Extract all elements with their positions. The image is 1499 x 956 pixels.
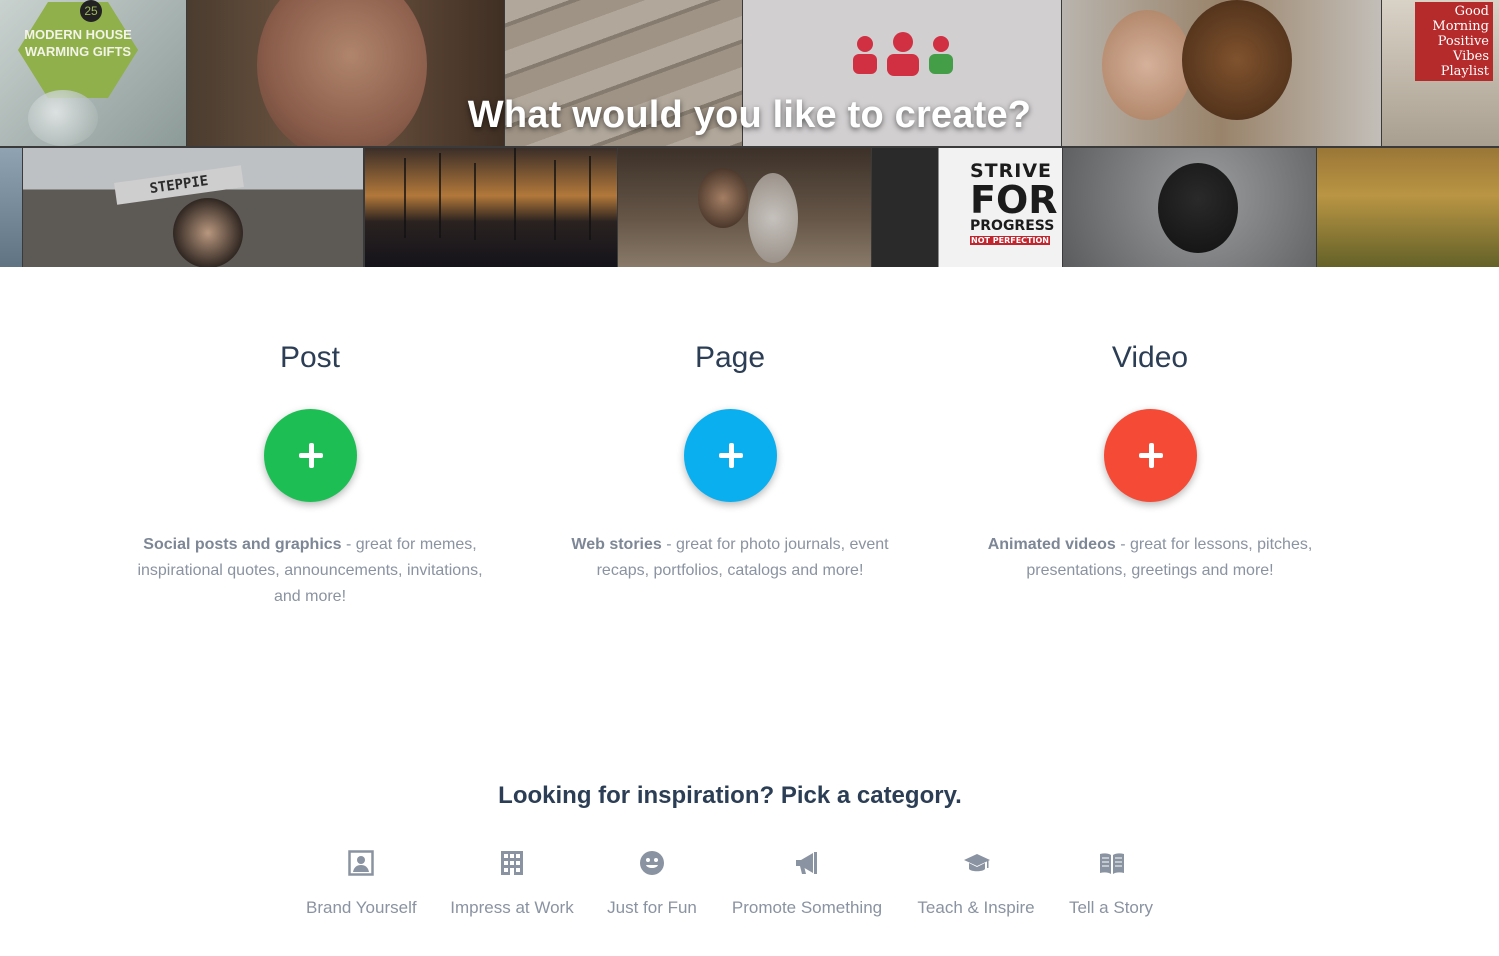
hero-banner: 25 MODERN HOUSE WARMING GIFTS Good Morni (0, 0, 1499, 267)
category-label: Impress at Work (450, 898, 574, 917)
create-page-button[interactable] (684, 409, 777, 502)
building-icon (499, 850, 525, 876)
megaphone-icon (794, 850, 820, 876)
category-label: Promote Something (731, 898, 883, 917)
hero-tile-landscape (1317, 148, 1499, 267)
create-post-button[interactable] (264, 409, 357, 502)
category-tell-a-story[interactable]: Tell a Story (1066, 850, 1156, 918)
hero-tile-strive: STRIVE FOR PROGRESS NOT PERFECTION (872, 148, 1062, 267)
category-label: Just for Fun (607, 898, 697, 917)
gifts-line1: MODERN HOUSE (24, 27, 132, 42)
masts (404, 148, 591, 240)
gifts-line2: WARMING GIFTS (24, 44, 132, 59)
category-impress-at-work[interactable]: Impress at Work (450, 850, 574, 918)
hero-tile-harbor (365, 148, 617, 267)
create-video-button[interactable] (1104, 409, 1197, 502)
category-teach-inspire[interactable]: Teach & Inspire (916, 850, 1036, 918)
video-title: Video (1111, 341, 1189, 374)
strive-poster: STRIVE FOR PROGRESS NOT PERFECTION (970, 160, 1058, 245)
category-label: Tell a Story (1068, 898, 1154, 917)
option-post: Post Social posts and graphics - great f… (130, 338, 490, 605)
post-title: Post (279, 341, 341, 374)
gifts-number: 25 (80, 0, 102, 22)
hero-tile-steppie: STEPPIE (23, 148, 363, 267)
post-desc-bold: Social posts and graphics (143, 536, 342, 553)
option-video: Video Animated videos - great for lesson… (970, 338, 1330, 579)
graduation-cap-icon (963, 850, 990, 876)
category-just-for-fun[interactable]: Just for Fun (606, 850, 698, 918)
video-desc-bold: Animated videos (987, 536, 1116, 553)
smiley-icon (639, 850, 665, 876)
page-desc-bold: Web stories (571, 536, 662, 553)
video-description: Animated videos - great for lessons, pit… (970, 532, 1330, 584)
inspiration-heading: Looking for inspiration? Pick a category… (498, 782, 962, 809)
category-label: Brand Yourself (306, 898, 417, 917)
portrait-icon (348, 850, 374, 876)
category-label: Teach & Inspire (917, 898, 1035, 917)
page-option-title: Page (694, 341, 766, 374)
category-brand-yourself[interactable]: Brand Yourself (306, 850, 417, 918)
page-description: Web stories - great for photo journals, … (550, 532, 910, 584)
hero-tile-edge (0, 148, 22, 267)
book-icon (1098, 850, 1124, 876)
hero-tile-chihuahua (1063, 148, 1316, 267)
hero-tile-wedding (618, 148, 871, 267)
category-promote-something[interactable]: Promote Something (730, 850, 884, 918)
option-page: Page Web stories - great for photo journ… (550, 338, 910, 579)
chihuahua (1158, 163, 1238, 253)
playlist-card: Good Morning Positive Vibes Playlist (1415, 2, 1493, 81)
post-description: Social posts and graphics - great for me… (130, 532, 490, 610)
page-title: What would you like to create? (467, 94, 1032, 136)
